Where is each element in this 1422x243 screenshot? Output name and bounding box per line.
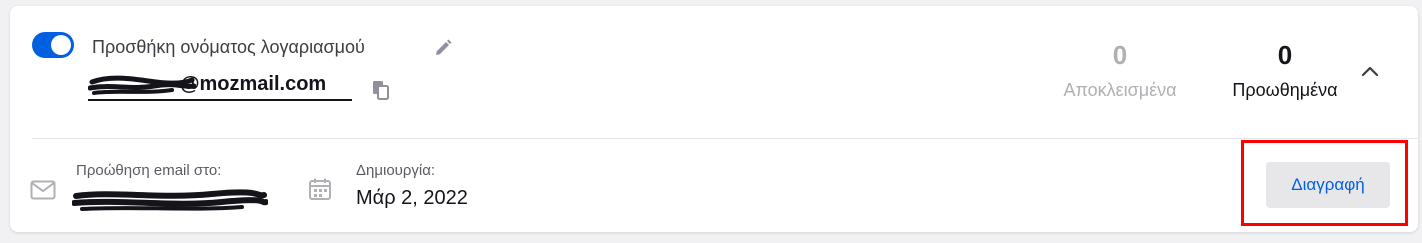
mask-email-underline	[88, 99, 352, 101]
created-date: Μάρ 2, 2022	[356, 187, 468, 209]
created-label: Δημιουργία:	[356, 162, 436, 179]
email-mask-card: Προσθήκη ονόματος λογαριασμού @mozmail.c…	[10, 6, 1418, 232]
pencil-icon[interactable]	[433, 38, 453, 58]
redacted-forward-address	[72, 189, 268, 211]
mask-email-domain: @mozmail.com	[180, 73, 327, 95]
forward-to-label: Προώθηση email στο:	[76, 162, 222, 179]
mask-details: Προώθηση email στο: Δημιουργία: Μάρ 2, 2…	[10, 139, 1418, 232]
blocked-label: Αποκλεισμένα	[1063, 80, 1177, 100]
mask-label[interactable]: Προσθήκη ονόματος λογαριασμού	[92, 37, 365, 58]
mask-header: Προσθήκη ονόματος λογαριασμού @mozmail.c…	[10, 6, 1418, 138]
forwarded-count: 0	[1277, 40, 1293, 70]
mask-enabled-toggle[interactable]	[32, 32, 74, 58]
blocked-count: 0	[1112, 40, 1128, 70]
toggle-knob	[51, 35, 71, 55]
forwarded-label: Προωθημένα	[1232, 80, 1338, 100]
copy-icon[interactable]	[370, 79, 392, 101]
blocked-stat: 0 Αποκλεισμένα	[1040, 40, 1200, 101]
calendar-icon	[309, 178, 331, 200]
delete-button[interactable]: Διαγραφή	[1266, 162, 1390, 208]
chevron-up-icon[interactable]	[1360, 64, 1380, 78]
envelope-icon	[30, 180, 56, 200]
forwarded-stat: 0 Προωθημένα	[1210, 40, 1360, 101]
